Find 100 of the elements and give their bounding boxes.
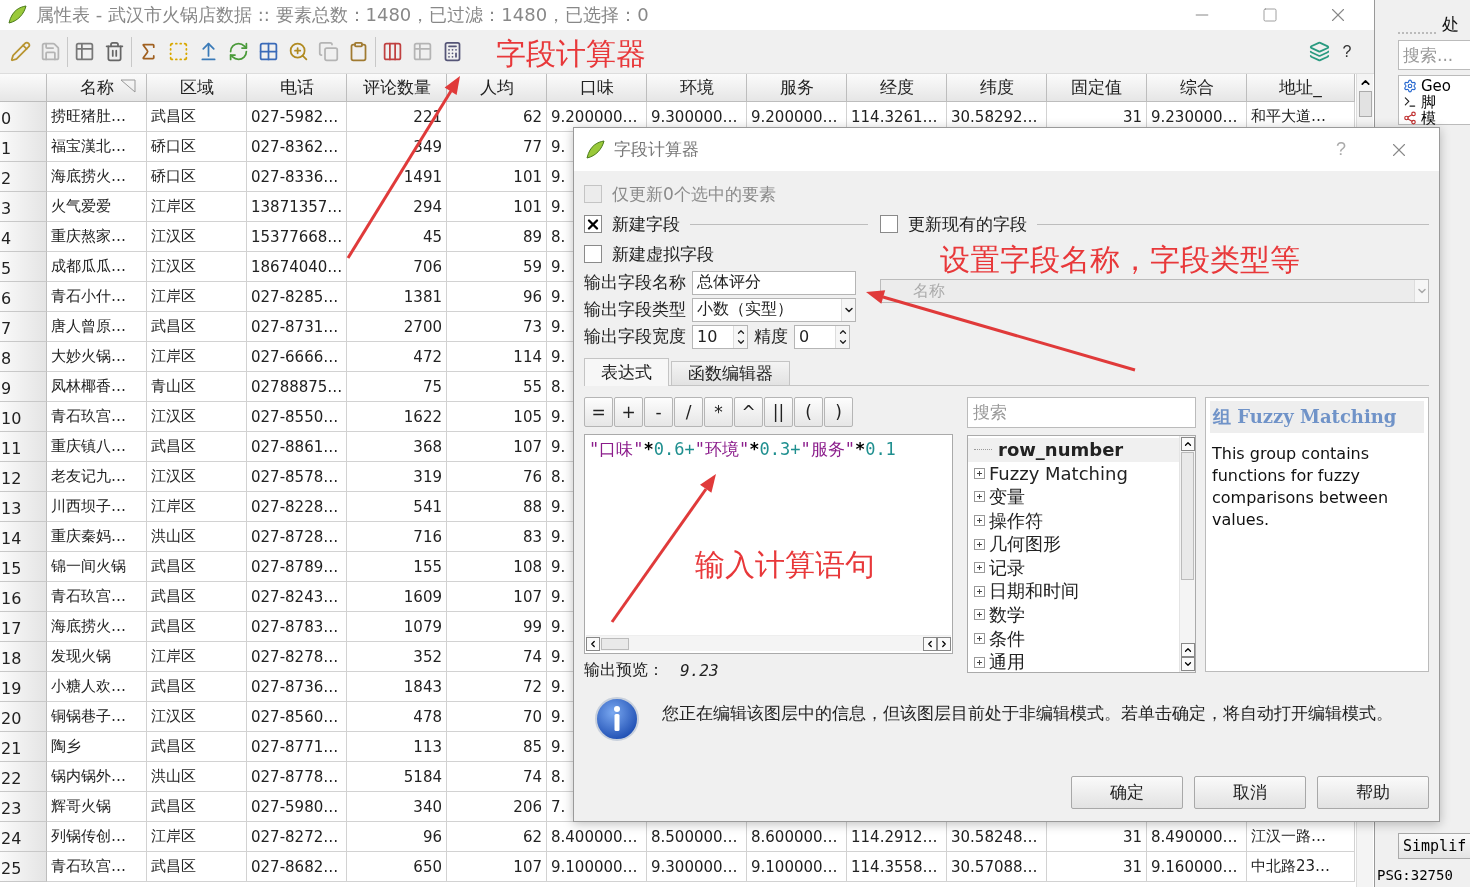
chevron-right-icon[interactable] xyxy=(939,638,949,649)
row-number[interactable]: 11 xyxy=(0,432,47,462)
algorithm-button[interactable]: Simplif xyxy=(1398,833,1470,859)
row-number[interactable]: 17 xyxy=(0,612,47,642)
column-header[interactable]: 区域 xyxy=(147,74,247,102)
column-header[interactable]: 环境 xyxy=(647,74,747,102)
column-header[interactable]: 经度 xyxy=(847,74,947,102)
checkbox[interactable] xyxy=(584,245,602,263)
table-cell: 650 xyxy=(347,852,447,882)
column-header[interactable]: 固定值 xyxy=(1047,74,1147,102)
dialog-button[interactable]: 帮助 xyxy=(1317,776,1429,809)
column-header[interactable]: 口味 xyxy=(547,74,647,102)
tab[interactable]: 表达式 xyxy=(584,358,669,386)
row-number[interactable]: 24 xyxy=(0,822,47,852)
row-number[interactable]: 4 xyxy=(0,222,47,252)
row-number[interactable]: 5 xyxy=(0,252,47,282)
row-number[interactable]: 12 xyxy=(0,462,47,492)
checkbox[interactable] xyxy=(880,215,898,233)
name-field[interactable]: 总体评分 xyxy=(692,270,856,295)
operator-button[interactable]: * xyxy=(704,397,733,427)
expand-icon[interactable] xyxy=(974,538,985,550)
function-item[interactable]: Fuzzy Matching xyxy=(989,462,1128,484)
function-item[interactable]: 日期和时间 xyxy=(989,579,1079,604)
operator-button[interactable]: ^ xyxy=(734,397,763,427)
row-number[interactable]: 25 xyxy=(0,852,47,882)
row-number[interactable]: 19 xyxy=(0,672,47,702)
tree-item[interactable]: Geo xyxy=(1403,78,1470,94)
width-spinbox[interactable]: 10 xyxy=(692,324,748,349)
function-item[interactable]: 几何图形 xyxy=(989,532,1061,557)
row-number[interactable]: 10 xyxy=(0,402,47,432)
row-number[interactable]: 15 xyxy=(0,552,47,582)
column-header[interactable]: 地址_ xyxy=(1247,74,1355,102)
type-select[interactable]: 小数（实型） xyxy=(692,297,856,322)
function-item[interactable]: 通用 xyxy=(989,650,1025,675)
column-header[interactable]: 综合 xyxy=(1147,74,1247,102)
row-number[interactable]: 0 xyxy=(0,102,47,132)
chevron-left-icon[interactable] xyxy=(925,638,935,649)
dialog-button[interactable]: 取消 xyxy=(1194,776,1306,809)
column-header[interactable]: 名称 xyxy=(47,74,147,102)
expand-icon[interactable] xyxy=(974,562,985,574)
column-header[interactable]: 人均 xyxy=(447,74,547,102)
chevron-left-icon[interactable] xyxy=(588,638,598,649)
table-cell: 1381 xyxy=(347,282,447,312)
table-cell: 海底捞火… xyxy=(47,612,147,642)
operator-button[interactable]: ( xyxy=(794,397,823,427)
row-number[interactable]: 3 xyxy=(0,192,47,222)
function-item[interactable]: 操作符 xyxy=(989,508,1043,533)
column-header[interactable]: 服务 xyxy=(747,74,847,102)
scrollbar[interactable] xyxy=(1179,436,1195,672)
help-button[interactable]: ? xyxy=(1332,38,1362,65)
function-item[interactable]: 变量 xyxy=(989,485,1025,509)
row-number[interactable]: 1 xyxy=(0,132,47,162)
row-number[interactable]: 14 xyxy=(0,522,47,552)
tree-item[interactable]: 脚 xyxy=(1403,94,1470,110)
scrollbar-thumb[interactable] xyxy=(1358,91,1372,117)
chevron-up-icon[interactable] xyxy=(1182,645,1193,655)
dialog-button[interactable]: 确定 xyxy=(1071,776,1183,809)
row-number[interactable]: 7 xyxy=(0,312,47,342)
row-number[interactable]: 16 xyxy=(0,582,47,612)
row-number[interactable]: 18 xyxy=(0,642,47,672)
table-cell: 9.160000… xyxy=(1147,852,1247,882)
chevron-up-icon[interactable] xyxy=(1182,439,1193,449)
table-cell: 锅内锅外… xyxy=(47,762,147,792)
expand-icon[interactable] xyxy=(974,633,985,645)
table-cell: 541 xyxy=(347,492,447,522)
expand-icon[interactable] xyxy=(974,609,985,621)
function-item[interactable]: 数学 xyxy=(989,602,1025,627)
row-number[interactable]: 13 xyxy=(0,492,47,522)
row-number[interactable]: 9 xyxy=(0,372,47,402)
checkbox[interactable] xyxy=(584,215,602,233)
tab[interactable]: 函数编辑器 xyxy=(671,361,790,385)
operator-button[interactable]: ) xyxy=(824,397,853,427)
row-number[interactable]: 21 xyxy=(0,732,47,762)
expand-icon[interactable] xyxy=(974,515,985,527)
column-header[interactable]: 纬度 xyxy=(947,74,1047,102)
function-item[interactable]: 条件 xyxy=(989,626,1025,651)
precision-spinbox[interactable]: 0 xyxy=(794,324,850,349)
expand-icon[interactable] xyxy=(974,656,985,668)
operator-button[interactable]: = xyxy=(584,397,613,427)
function-item[interactable]: 记录 xyxy=(989,555,1025,580)
table-cell: 114 xyxy=(447,342,547,372)
row-number[interactable]: 8 xyxy=(0,342,47,372)
operator-button[interactable]: - xyxy=(644,397,673,427)
operator-button[interactable]: / xyxy=(674,397,703,427)
tree-item[interactable]: 模 xyxy=(1403,110,1470,126)
expand-icon[interactable] xyxy=(974,467,985,479)
column-header[interactable]: 评论数量 xyxy=(347,74,447,102)
row-number[interactable]: 23 xyxy=(0,792,47,822)
expand-icon[interactable] xyxy=(974,585,985,597)
checkbox-label[interactable]: 更新现有的字段 xyxy=(908,212,1027,236)
row-number[interactable]: 6 xyxy=(0,282,47,312)
operator-button[interactable]: + xyxy=(614,397,643,427)
expand-icon[interactable] xyxy=(974,491,985,503)
chevron-down-icon[interactable] xyxy=(1182,659,1193,669)
column-header[interactable]: 电话 xyxy=(247,74,347,102)
row-number[interactable]: 2 xyxy=(0,162,47,192)
row-number[interactable]: 20 xyxy=(0,702,47,732)
scrollbar-thumb[interactable] xyxy=(601,637,629,650)
row-number[interactable]: 22 xyxy=(0,762,47,792)
operator-button[interactable]: || xyxy=(764,397,793,427)
